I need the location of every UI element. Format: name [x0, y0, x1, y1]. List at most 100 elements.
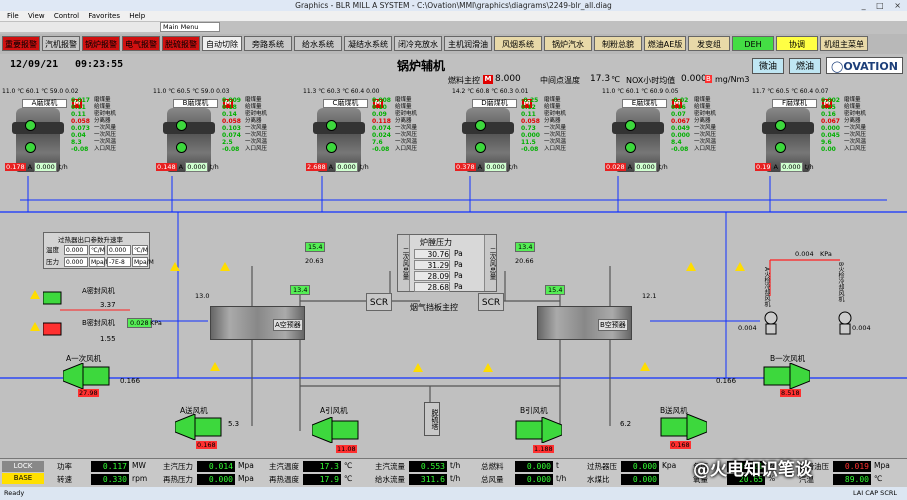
- preheater-b[interactable]: B空预器: [537, 306, 632, 340]
- menu-control[interactable]: Control: [54, 12, 79, 20]
- mill-panel: 14.2 ℃ 60.8 ℃ 60.3 0.01 D磨煤机 M -0.25 0.12 0.1…: [452, 88, 594, 176]
- status-unit: Mpa: [238, 461, 254, 470]
- nav-button-14[interactable]: 燃油AE版: [644, 36, 686, 51]
- warning-triangle-icon[interactable]: [413, 363, 423, 372]
- fd-fan-b-icon[interactable]: [655, 414, 707, 440]
- mill-name[interactable]: B磨煤机: [173, 99, 218, 108]
- scanner-fan-a-icon[interactable]: [764, 310, 778, 336]
- mill-feeder-icon[interactable]: [475, 142, 486, 153]
- pa-fan-b-icon[interactable]: [758, 363, 810, 389]
- fuel-oil-button[interactable]: 燃油: [789, 58, 821, 74]
- mill-feeder-icon[interactable]: [25, 142, 36, 153]
- scr-left[interactable]: SCR: [366, 293, 392, 311]
- status-label: 过热器压: [587, 462, 617, 471]
- mill-panel: 11.3 ℃ 60.3 ℃ 60.4 0.00 C磨煤机 M 0.008 0.10 0.0…: [303, 88, 445, 176]
- fd-fan-a-icon[interactable]: [175, 414, 227, 440]
- nav-button-10[interactable]: 主机润滑油: [444, 36, 492, 51]
- status-value: 311.6: [409, 474, 447, 485]
- mill-row-label: 分离器: [544, 118, 561, 124]
- mill-name[interactable]: A磨煤机: [22, 99, 67, 108]
- status-label: 主汽温度: [269, 462, 299, 471]
- nav-button-1[interactable]: 汽机报警: [42, 36, 80, 51]
- main-menu-select[interactable]: Main Menu: [160, 22, 220, 32]
- lock-base-panel[interactable]: LOCK BASE: [2, 461, 44, 485]
- window-controls[interactable]: _ □ ×: [862, 0, 905, 11]
- mill-name[interactable]: F磨煤机: [772, 99, 817, 108]
- warning-triangle-icon[interactable]: [30, 322, 40, 331]
- mill-row-labels: 磨煤量 给煤量 密封电机 分离器 一次风量 一次风压 一次风温 入口风压: [844, 97, 866, 153]
- warning-triangle-icon[interactable]: [686, 262, 696, 271]
- mill-name[interactable]: D磨煤机: [472, 99, 517, 108]
- mill-row-label: 一次风量: [94, 125, 117, 131]
- nav-button-15[interactable]: 发变组: [688, 36, 730, 51]
- warning-triangle-icon[interactable]: [483, 363, 493, 372]
- mill-status-icon[interactable]: [326, 120, 337, 131]
- desulfurization-tower[interactable]: 脱硫塔: [424, 402, 440, 436]
- warning-triangle-icon[interactable]: [220, 262, 230, 271]
- mill-r5: 0.73: [521, 125, 536, 132]
- menu-view[interactable]: View: [28, 12, 45, 20]
- mill-status-icon[interactable]: [25, 120, 36, 131]
- seal-fan-a-icon[interactable]: [43, 291, 63, 305]
- mill-status-icon[interactable]: [176, 120, 187, 131]
- nav-button-16[interactable]: DEH: [732, 36, 774, 51]
- nav-button-12[interactable]: 锅炉汽水: [544, 36, 592, 51]
- nav-button-3[interactable]: 电气报警: [122, 36, 160, 51]
- warning-triangle-icon[interactable]: [30, 290, 40, 299]
- preheater-a[interactable]: A空预器: [210, 306, 305, 340]
- mill-r7: 2.5: [222, 139, 233, 146]
- nav-button-5[interactable]: 自动切除: [202, 36, 242, 51]
- mill-feeder-icon[interactable]: [326, 142, 337, 153]
- menu-help[interactable]: Help: [129, 12, 145, 20]
- nav-button-6[interactable]: 旁路系统: [244, 36, 292, 51]
- warning-triangle-icon[interactable]: [735, 262, 745, 271]
- mill-row-label: 密封电机: [245, 111, 268, 117]
- mill-feeder-icon[interactable]: [775, 142, 786, 153]
- light-oil-button[interactable]: 微油: [752, 58, 784, 74]
- mill-row-label: 入口风压: [694, 146, 717, 152]
- nav-button-0[interactable]: 重要报警: [2, 36, 40, 51]
- mill-bottom-row: 0.028 A 0.000 t/h: [605, 162, 668, 172]
- scanner-fan-a-label: A火检冷却风机: [763, 267, 770, 308]
- mill-bottom-row: 0.178 A 0.000 t/h: [5, 162, 68, 172]
- id-fan-b-icon[interactable]: [510, 417, 562, 443]
- warning-triangle-icon[interactable]: [210, 362, 220, 371]
- mill-bottom-value: 0.000: [780, 162, 803, 172]
- nav-button-9[interactable]: 闭冷充放水: [394, 36, 442, 51]
- pa-fan-a-icon[interactable]: [63, 363, 115, 389]
- mill-rest: 60.3 0.01: [499, 88, 529, 95]
- mill-status-icon[interactable]: [775, 120, 786, 131]
- base-label[interactable]: BASE: [2, 473, 44, 484]
- menu-file[interactable]: File: [7, 12, 19, 20]
- warning-triangle-icon[interactable]: [170, 262, 180, 271]
- rate-temp-b: 0.000: [107, 245, 131, 255]
- mill-name[interactable]: E磨煤机: [622, 99, 667, 108]
- mill-feeder-icon[interactable]: [176, 142, 187, 153]
- furnace-pressure-1: 30.76: [414, 249, 450, 259]
- nav-button-11[interactable]: 风烟系统: [494, 36, 542, 51]
- fuel-manual-badge[interactable]: M: [483, 75, 493, 84]
- seal-fan-b-icon[interactable]: [43, 322, 63, 336]
- menu-favorites[interactable]: Favorites: [88, 12, 120, 20]
- date-display: 12/09/21: [10, 59, 59, 70]
- mill-feeder-icon[interactable]: [625, 142, 636, 153]
- nav-button-18[interactable]: 机组主菜单: [820, 36, 868, 51]
- lock-label[interactable]: LOCK: [2, 461, 44, 472]
- taskbar-status: Ready: [4, 489, 25, 497]
- mill-name[interactable]: C磨煤机: [323, 99, 368, 108]
- nav-button-8[interactable]: 凝结水系统: [344, 36, 392, 51]
- scr-right[interactable]: SCR: [478, 293, 504, 311]
- nav-button-2[interactable]: 锅炉报警: [82, 36, 120, 51]
- mill-status-icon[interactable]: [625, 120, 636, 131]
- fd-fan-b-value: 6.2: [620, 420, 632, 428]
- nav-button-7[interactable]: 给水系统: [294, 36, 342, 51]
- scanner-fan-b-icon[interactable]: [838, 310, 852, 336]
- mill-status-icon[interactable]: [475, 120, 486, 131]
- nav-button-17[interactable]: 协调: [776, 36, 818, 51]
- id-fan-a-icon[interactable]: [312, 417, 364, 443]
- mill-mid: 60.1: [25, 88, 40, 95]
- nav-button-4[interactable]: 脱硫报警: [162, 36, 200, 51]
- mill-rest: 60.4 0.07: [799, 88, 829, 95]
- warning-triangle-icon[interactable]: [640, 362, 650, 371]
- nav-button-13[interactable]: 制粉总貌: [594, 36, 642, 51]
